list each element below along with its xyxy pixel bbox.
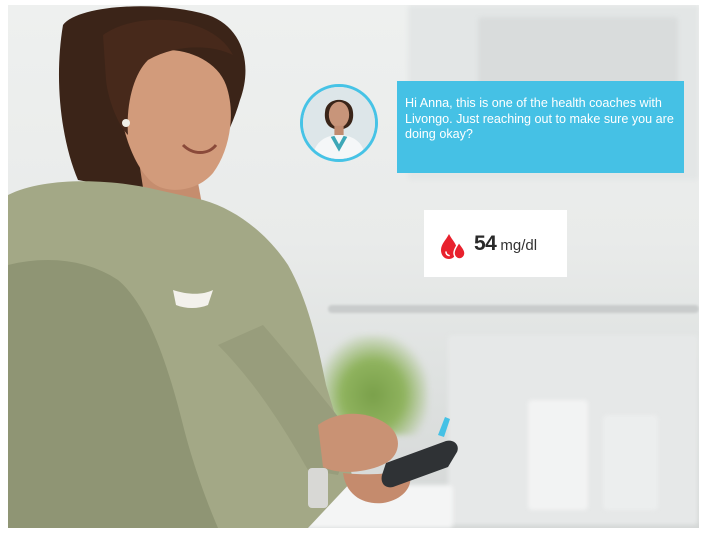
glucose-reading-card: 54 mg/dl: [424, 210, 567, 277]
glucose-value: 54: [474, 231, 497, 255]
chat-message-text: Hi Anna, this is one of the health coach…: [405, 96, 674, 141]
blood-drop-icon: [441, 233, 466, 260]
coach-avatar-icon: [303, 87, 375, 159]
coach-avatar[interactable]: [300, 84, 378, 162]
chat-message-bubble: Hi Anna, this is one of the health coach…: [397, 81, 684, 173]
glucose-unit: mg/dl: [500, 237, 538, 254]
